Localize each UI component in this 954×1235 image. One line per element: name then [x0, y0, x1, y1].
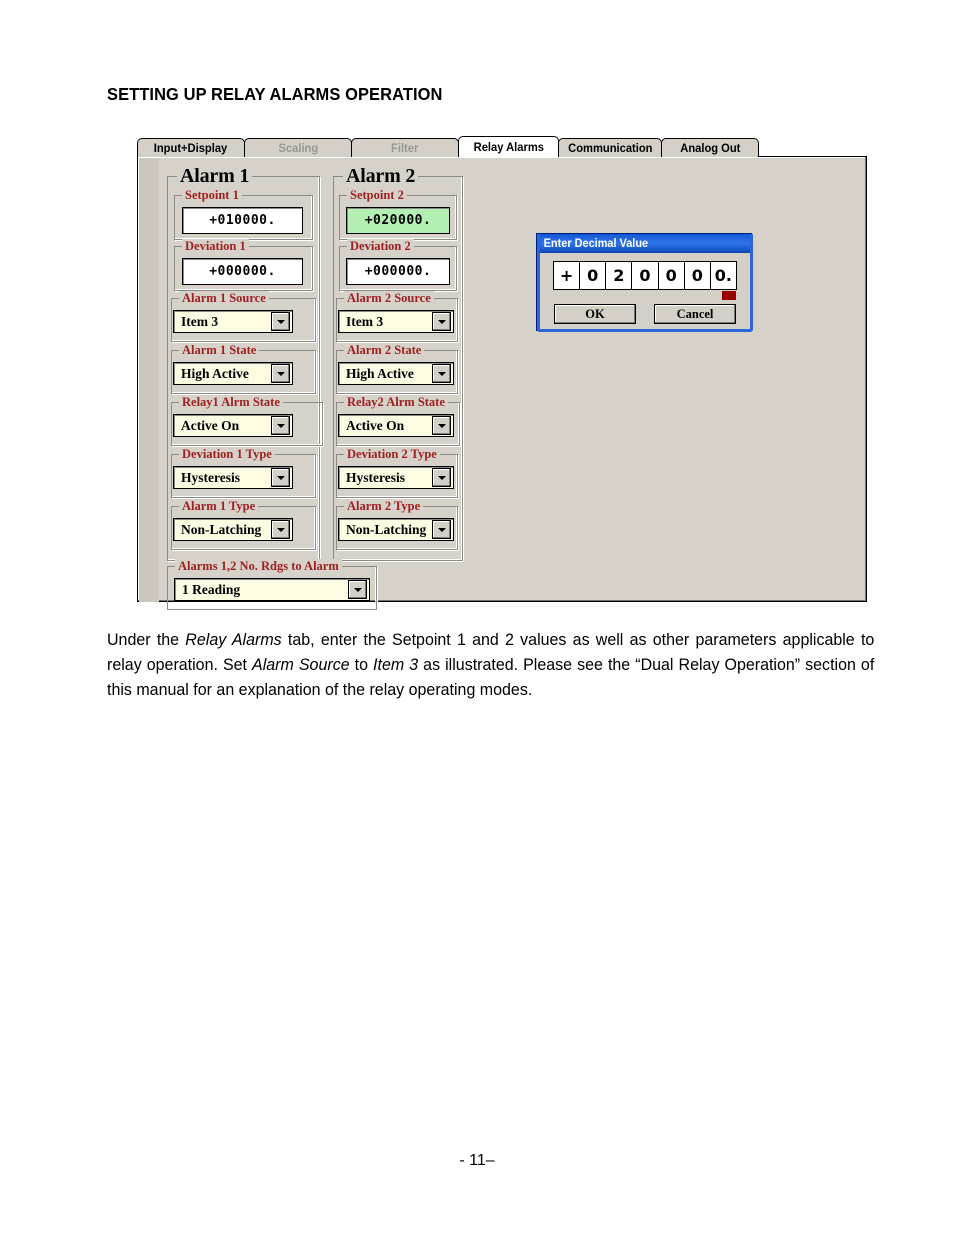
relay-1-alarm-state-value: Active On	[181, 417, 240, 433]
alarm-1-state-value: High Active	[181, 365, 249, 381]
paragraph-line-2-b: to	[349, 656, 374, 674]
readings-to-alarm-select[interactable]: 1 Reading	[174, 578, 370, 601]
tab-label: Input+Display	[154, 141, 228, 155]
digit-cell-3[interactable]: 0	[632, 262, 659, 289]
tab-label: Filter	[391, 141, 419, 155]
group-setpoint-2-title: Setpoint 2	[347, 188, 407, 202]
decimal-point-marker[interactable]	[722, 291, 736, 300]
chevron-down-icon[interactable]	[432, 468, 451, 487]
decimal-value-digits: + 0 2 0 0 0 0.	[553, 261, 737, 290]
tab-label: Communication	[567, 141, 653, 155]
tab-communication[interactable]: Communication	[558, 138, 662, 157]
page-number: - 11–	[459, 1152, 495, 1169]
chevron-down-icon[interactable]	[432, 416, 451, 435]
group-setpoint-1-title: Setpoint 1	[182, 188, 242, 202]
paragraph-line-2-italic-2: Item 3	[373, 656, 419, 674]
enter-decimal-value-dialog: Enter Decimal Value + 0 2 0 0 0 0. OK Ca…	[536, 233, 753, 332]
relay-2-alarm-state-value: Active On	[346, 417, 405, 433]
paragraph-line-1-a: Under the	[107, 631, 186, 649]
group-deviation-2-type-title: Deviation 2 Type	[344, 447, 440, 461]
alarm-2-state-value: High Active	[346, 365, 414, 381]
relay-2-alarm-state-select[interactable]: Active On	[338, 414, 454, 437]
alarm-1-source-value: Item 3	[181, 313, 219, 329]
group-alarm-1-title: Alarm 1	[177, 166, 253, 186]
digit-cell-6[interactable]: 0.	[710, 262, 736, 289]
group-alarm-2-title: Alarm 2	[343, 166, 419, 186]
group-alarm-1-type-title: Alarm 1 Type	[179, 499, 259, 513]
deviation-1-type-select[interactable]: Hysteresis	[173, 466, 293, 489]
group-relay-2-alarm-state-title: Relay2 Alrm State	[344, 395, 448, 409]
relay-1-alarm-state-select[interactable]: Active On	[173, 414, 293, 437]
alarm-2-state-select[interactable]: High Active	[338, 362, 454, 385]
relay-alarms-window: Input+Display Scaling Filter Relay Alarm…	[137, 136, 867, 610]
deviation-2-input[interactable]: +000000.	[346, 258, 450, 285]
chevron-down-icon[interactable]	[432, 312, 451, 331]
alarm-2-type-select[interactable]: Non-Latching	[338, 518, 454, 541]
tab-scaling[interactable]: Scaling	[244, 138, 352, 157]
group-alarm-2-type-title: Alarm 2 Type	[344, 499, 424, 513]
chevron-down-icon[interactable]	[271, 416, 290, 435]
group-alarm-2-source-title: Alarm 2 Source	[344, 291, 434, 305]
digit-cell-sign[interactable]: +	[554, 262, 581, 289]
tab-label: Analog Out	[679, 141, 741, 155]
alarm-2-type-value: Non-Latching	[346, 521, 427, 537]
tab-filter[interactable]: Filter	[351, 138, 459, 157]
digit-cell-5[interactable]: 0	[684, 262, 711, 289]
tab-label: Scaling	[278, 141, 318, 155]
alarm-1-state-select[interactable]: High Active	[173, 362, 293, 385]
cancel-button[interactable]: Cancel	[654, 304, 736, 324]
deviation-1-input[interactable]: +000000.	[182, 258, 303, 285]
group-alarm-2-state-title: Alarm 2 State	[344, 343, 425, 357]
chevron-down-icon[interactable]	[432, 520, 451, 539]
chevron-down-icon[interactable]	[271, 364, 290, 383]
page-title: SETTING UP RELAY ALARMS OPERATION	[107, 84, 443, 104]
tab-input-display[interactable]: Input+Display	[137, 138, 245, 157]
group-readings-to-alarm-title: Alarms 1,2 No. Rdgs to Alarm	[175, 559, 342, 573]
body-paragraph: Under the Relay Alarms tab, enter the Se…	[107, 628, 898, 703]
chevron-down-icon[interactable]	[271, 520, 290, 539]
tab-analog-out[interactable]: Analog Out	[661, 138, 759, 157]
alarm-2-source-select[interactable]: Item 3	[338, 310, 454, 333]
ok-button[interactable]: OK	[554, 304, 636, 324]
paragraph-line-1-b: tab, enter the Setpoint 1 and 2 values a…	[281, 631, 777, 649]
chevron-down-icon[interactable]	[348, 580, 367, 599]
digit-cell-4[interactable]: 0	[658, 262, 685, 289]
chevron-down-icon[interactable]	[432, 364, 451, 383]
paragraph-line-1-italic: Relay Alarms	[185, 631, 282, 649]
setpoint-1-input[interactable]: +010000.	[182, 207, 303, 234]
group-alarm-1-state-title: Alarm 1 State	[179, 343, 260, 357]
alarm-2-source-value: Item 3	[346, 313, 384, 329]
group-deviation-1-type-title: Deviation 1 Type	[179, 447, 275, 461]
group-deviation-1-title: Deviation 1	[182, 239, 249, 253]
alarm-1-source-select[interactable]: Item 3	[173, 310, 293, 333]
readings-to-alarm-value: 1 Reading	[182, 581, 241, 597]
group-relay-1-alarm-state-title: Relay1 Alrm State	[179, 395, 283, 409]
chevron-down-icon[interactable]	[271, 312, 290, 331]
tab-relay-alarms[interactable]: Relay Alarms	[458, 136, 559, 157]
paragraph-line-2-c: as illustrated. Please see the “Dual Rel…	[418, 656, 720, 674]
group-deviation-2-title: Deviation 2	[347, 239, 414, 253]
paragraph-line-2-italic-1: Alarm Source	[252, 656, 350, 674]
dialog-titlebar: Enter Decimal Value	[537, 234, 753, 253]
group-alarm-1-source-title: Alarm 1 Source	[179, 291, 269, 305]
deviation-1-type-value: Hysteresis	[181, 469, 240, 485]
tab-panel-relay-alarms: Alarm 1 Setpoint 1 +010000. Deviation 1 …	[137, 156, 867, 610]
alarm-1-type-value: Non-Latching	[181, 521, 262, 537]
chevron-down-icon[interactable]	[271, 468, 290, 487]
digit-cell-2[interactable]: 2	[606, 262, 633, 289]
deviation-2-type-value: Hysteresis	[346, 469, 405, 485]
alarm-1-type-select[interactable]: Non-Latching	[173, 518, 293, 541]
setpoint-2-input[interactable]: +020000.	[346, 207, 450, 234]
tab-label: Relay Alarms	[473, 140, 544, 154]
panel-gutter	[139, 158, 159, 602]
digit-cell-1[interactable]: 0	[580, 262, 607, 289]
deviation-2-type-select[interactable]: Hysteresis	[338, 466, 454, 489]
dialog-title: Enter Decimal Value	[543, 237, 649, 250]
tab-strip: Input+Display Scaling Filter Relay Alarm…	[137, 136, 867, 157]
